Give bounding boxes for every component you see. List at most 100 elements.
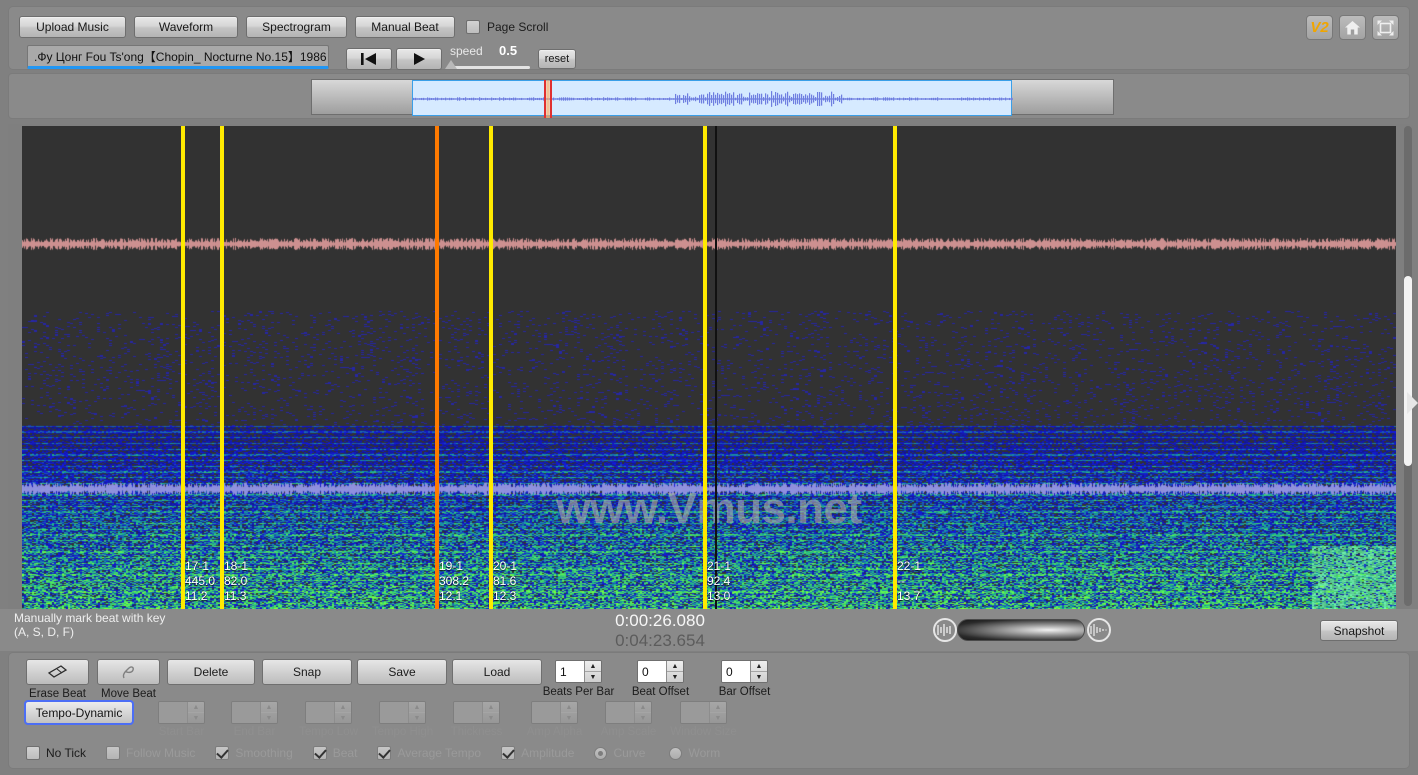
spinner-start-bar[interactable]: ▲ ▼	[158, 701, 205, 724]
reset-speed-button[interactable]: reset	[538, 49, 576, 69]
checkbox-beat[interactable]	[312, 746, 327, 760]
spinner-arrows[interactable]: ▲ ▼	[709, 702, 726, 723]
checkbox-average-tempo[interactable]	[377, 746, 392, 760]
spinner-value[interactable]	[454, 702, 482, 723]
overview-playhead[interactable]	[544, 80, 552, 118]
page-scroll-checkbox[interactable]	[466, 20, 480, 34]
spinner-end-bar[interactable]: ▲ ▼	[231, 701, 278, 724]
spinner-down-icon[interactable]: ▼	[409, 713, 425, 723]
spinner-arrows[interactable]: ▲ ▼	[584, 661, 601, 682]
beat-line-17-1[interactable]	[181, 126, 185, 609]
spinner-down-icon[interactable]: ▼	[561, 713, 577, 723]
spinner-value[interactable]	[380, 702, 408, 723]
spinner-value[interactable]	[159, 702, 187, 723]
beat-line-21-1[interactable]	[703, 126, 707, 609]
spinner-up-icon[interactable]: ▲	[409, 702, 425, 713]
spectrogram-vertical-scrollbar[interactable]	[1404, 126, 1412, 606]
checkbox-group-amplitude[interactable]: Amplitude	[501, 746, 574, 760]
spinner-up-icon[interactable]: ▲	[188, 702, 204, 713]
spinner-arrows[interactable]: ▲ ▼	[666, 661, 683, 682]
radio-group-worm[interactable]: Worm	[669, 746, 720, 760]
checkbox-group-smoothing[interactable]: Smoothing	[215, 746, 293, 760]
speed-slider-thumb[interactable]	[445, 60, 457, 69]
radio-group-curve[interactable]: Curve	[594, 746, 645, 760]
spinner-up-icon[interactable]: ▲	[751, 661, 767, 672]
page-scroll-toggle[interactable]: Page Scroll	[466, 17, 548, 37]
spinner-down-icon[interactable]: ▼	[635, 713, 651, 723]
spinner-down-icon[interactable]: ▼	[483, 713, 499, 723]
spinner-value[interactable]: 0	[638, 661, 666, 682]
checkbox-no-tick[interactable]	[26, 746, 40, 760]
spinner-down-icon[interactable]: ▼	[751, 672, 767, 682]
spinner-arrows[interactable]: ▲ ▼	[187, 702, 204, 723]
spinner-thickness[interactable]: ▲ ▼	[453, 701, 500, 724]
home-button[interactable]	[1339, 15, 1366, 40]
waveform-button[interactable]: Waveform	[134, 16, 238, 38]
spinner-arrows[interactable]: ▲ ▼	[334, 702, 351, 723]
beat-line-18-1[interactable]	[220, 126, 224, 609]
spinner-arrows[interactable]: ▲ ▼	[634, 702, 651, 723]
radio-curve[interactable]	[594, 746, 608, 760]
spectrogram-button[interactable]: Spectrogram	[246, 16, 347, 38]
spinner-value[interactable]: 0	[722, 661, 750, 682]
spinner-value[interactable]	[306, 702, 334, 723]
beat-line-19-1[interactable]	[435, 126, 439, 609]
amplitude-max-icon[interactable]	[1087, 618, 1111, 642]
speed-slider-track[interactable]	[449, 66, 530, 69]
checkbox-group-beat[interactable]: Beat	[312, 746, 357, 760]
spinner-tempo-low[interactable]: ▲ ▼	[305, 701, 352, 724]
play-button[interactable]	[396, 48, 442, 70]
spinner-arrows[interactable]: ▲ ▼	[408, 702, 425, 723]
spinner-down-icon[interactable]: ▼	[667, 672, 683, 682]
spinner-down-icon[interactable]: ▼	[710, 713, 726, 723]
spinner-value[interactable]	[606, 702, 634, 723]
checkbox-smoothing[interactable]	[215, 746, 230, 760]
beat-line-22-1[interactable]	[893, 126, 897, 609]
checkbox-group-no-tick[interactable]: No Tick	[26, 746, 86, 760]
upload-music-button[interactable]: Upload Music	[19, 16, 126, 38]
spinner-down-icon[interactable]: ▼	[261, 713, 277, 723]
spinner-up-icon[interactable]: ▲	[335, 702, 351, 713]
beat-line-20-1[interactable]	[489, 126, 493, 609]
spinner-down-icon[interactable]: ▼	[585, 672, 601, 682]
spinner-tempo-high[interactable]: ▲ ▼	[379, 701, 426, 724]
spinner-up-icon[interactable]: ▲	[483, 702, 499, 713]
spinner-window-size[interactable]: ▲ ▼	[680, 701, 727, 724]
v2-badge-button[interactable]: V2	[1306, 15, 1333, 40]
tempo-dynamic-button[interactable]: Tempo-Dynamic	[24, 700, 134, 725]
checkbox-follow-music[interactable]	[106, 746, 121, 760]
spinner-value[interactable]	[232, 702, 260, 723]
scrollbar-thumb[interactable]	[1404, 276, 1412, 466]
checkbox-group-follow-music[interactable]: Follow Music	[106, 746, 195, 760]
spinner-down-icon[interactable]: ▼	[188, 713, 204, 723]
spinner-up-icon[interactable]: ▲	[635, 702, 651, 713]
spinner-beat-offset[interactable]: 0 ▲ ▼	[637, 660, 684, 683]
snapshot-button[interactable]: Snapshot	[1320, 620, 1398, 641]
checkbox-group-average-tempo[interactable]: Average Tempo	[377, 746, 481, 760]
spinner-arrows[interactable]: ▲ ▼	[482, 702, 499, 723]
spinner-down-icon[interactable]: ▼	[335, 713, 351, 723]
radio-worm[interactable]	[669, 746, 683, 760]
spinner-value[interactable]	[681, 702, 709, 723]
spinner-amp-scale[interactable]: ▲ ▼	[605, 701, 652, 724]
spectrogram-playhead[interactable]	[715, 126, 717, 609]
spinner-arrows[interactable]: ▲ ▼	[560, 702, 577, 723]
expand-right-arrow-icon[interactable]	[1407, 392, 1418, 414]
spinner-beats-per-bar[interactable]: 1 ▲ ▼	[555, 660, 602, 683]
spectrogram-canvas[interactable]: www.Vmus.net 17-1 445.0 11.2 18-1 82.0 11.3 19…	[22, 126, 1396, 609]
checkbox-amplitude[interactable]	[501, 746, 516, 760]
spinner-up-icon[interactable]: ▲	[585, 661, 601, 672]
track-title-input[interactable]: .Фу Цонг Fou Ts'ong【Chopin_ Nocturne No.…	[27, 45, 329, 69]
spinner-up-icon[interactable]: ▲	[561, 702, 577, 713]
spinner-value[interactable]: 1	[556, 661, 584, 682]
spinner-up-icon[interactable]: ▲	[261, 702, 277, 713]
spinner-arrows[interactable]: ▲ ▼	[260, 702, 277, 723]
rewind-button[interactable]	[346, 48, 392, 70]
overview-selection[interactable]	[412, 80, 1013, 118]
amplitude-min-icon[interactable]	[933, 618, 957, 642]
overview-track[interactable]	[311, 79, 1114, 118]
spinner-bar-offset[interactable]: 0 ▲ ▼	[721, 660, 768, 683]
spinner-value[interactable]	[532, 702, 560, 723]
spinner-up-icon[interactable]: ▲	[710, 702, 726, 713]
overview-navigator[interactable]	[8, 73, 1410, 119]
